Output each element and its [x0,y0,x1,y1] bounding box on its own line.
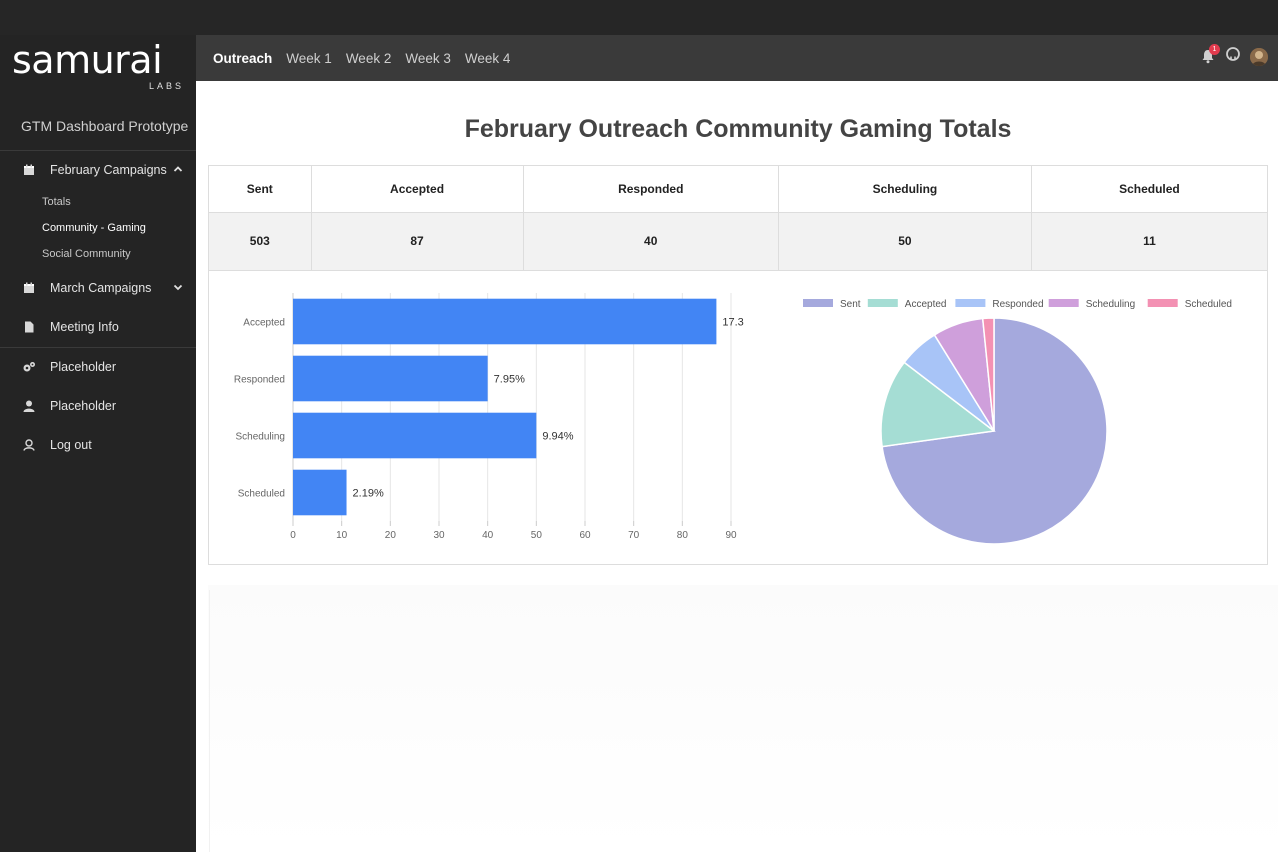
sidebar-item-meeting-info[interactable]: Meeting Info [0,312,196,342]
notification-badge: 1 [1209,43,1220,55]
y-category-label: Scheduling [236,432,285,443]
sidebar-subitem-community-gaming[interactable]: Community - Gaming [42,222,146,234]
bar [293,412,537,459]
file-icon [22,320,36,334]
sidebar-subitem-totals[interactable]: Totals [42,196,71,208]
cell-sent: 503 [209,212,312,270]
window-top-strip [0,0,1278,35]
bar [293,298,717,345]
x-tick-label: 90 [725,530,737,541]
cell-responded: 40 [523,212,779,270]
bar-chart: 0 10 20 30 40 50 60 70 80 90 Accepted 17.3 Responded… [234,293,744,541]
tab-week-4[interactable]: Week 4 [465,51,511,66]
sidebar-item-placeholder-1[interactable]: Placeholder [0,352,196,382]
x-tick-label: 10 [336,530,348,541]
chevron-up-icon[interactable] [172,163,184,175]
sidebar-divider [0,347,196,348]
column-header-scheduled: Scheduled [1031,166,1267,213]
pie-chart: Sent Accepted Responded Scheduling Scheduled [803,299,1232,545]
legend-label[interactable]: Scheduling [1086,299,1135,310]
x-tick-label: 30 [433,530,445,541]
brand-name: samurai [12,38,163,82]
column-header-accepted: Accepted [311,166,524,213]
y-category-label: Scheduled [238,489,285,500]
table-row: 503 87 40 50 11 [209,212,1267,270]
sidebar-item-label: Placeholder [50,399,117,413]
column-header-sent: Sent [209,166,312,213]
user-icon [22,399,36,413]
github-icon[interactable] [1226,47,1240,66]
chevron-down-icon[interactable] [172,281,184,293]
legend-label[interactable]: Scheduled [1185,299,1232,310]
avatar[interactable] [1250,47,1268,66]
sidebar-divider [0,150,196,151]
x-tick-label: 20 [385,530,397,541]
legend-label[interactable]: Accepted [905,299,947,310]
lower-content-border [209,590,210,852]
legend-swatch [955,299,986,307]
page-title: February Outreach Community Gaming Total… [464,115,1012,143]
brand-sub: LABS [148,81,184,91]
tab-week-1[interactable]: Week 1 [286,51,332,66]
app-title: GTM Dashboard Prototype [21,118,189,134]
lower-content-area [208,585,1278,852]
bar [293,469,347,516]
gears-icon [22,360,36,374]
topbar-actions: 1 [1200,43,1268,66]
charts-panel: 0 10 20 30 40 50 60 70 80 90 Accepted 17.3 Responded… [208,270,1268,565]
sidebar-item-placeholder-2[interactable]: Placeholder [0,391,196,421]
top-nav-bar: Outreach Week 1 Week 2 Week 3 Week 4 1 [196,35,1278,81]
notifications-button[interactable]: 1 [1200,43,1220,66]
sidebar-item-label: March Campaigns [50,281,152,295]
sidebar-item-february-campaigns[interactable]: February Campaigns [0,155,196,185]
brand-logo[interactable]: samurai LABS [12,41,188,91]
calendar-icon [22,281,36,295]
y-category-label: Accepted [243,318,285,329]
legend-swatch [867,299,898,307]
bar-data-label: 17.3 [722,317,743,329]
bar [293,355,488,402]
totals-table: Sent Accepted Responded Scheduling Sched… [208,165,1268,271]
x-tick-label: 0 [290,530,296,541]
user-outline-icon [22,438,36,452]
week-tabs: Outreach Week 1 Week 2 Week 3 Week 4 [213,51,524,66]
sidebar-item-label: February Campaigns [50,163,167,177]
x-tick-label: 60 [579,530,591,541]
legend-swatch [803,299,833,307]
sidebar-item-log-out[interactable]: Log out [0,430,196,460]
sidebar-subitem-social-community[interactable]: Social Community [42,248,131,260]
sidebar: samurai LABS GTM Dashboard Prototype Feb… [0,35,196,852]
tab-outreach[interactable]: Outreach [213,51,272,66]
bar-data-label: 9.94% [542,431,573,443]
column-header-responded: Responded [523,166,779,213]
calendar-icon [22,163,36,177]
column-header-scheduling: Scheduling [778,166,1032,213]
tab-week-2[interactable]: Week 2 [346,51,392,66]
cell-scheduling: 50 [778,212,1032,270]
bar-data-label: 7.95% [494,374,525,386]
sidebar-item-label: Placeholder [50,360,117,374]
x-tick-label: 50 [531,530,543,541]
x-tick-label: 70 [628,530,640,541]
legend-swatch [1147,299,1178,307]
x-tick-label: 40 [482,530,494,541]
sidebar-item-label: Meeting Info [50,320,119,334]
cell-scheduled: 11 [1031,212,1267,270]
cell-accepted: 87 [311,212,524,270]
legend-label[interactable]: Sent [840,299,861,310]
y-category-label: Responded [234,375,285,386]
tab-week-3[interactable]: Week 3 [405,51,451,66]
x-tick-label: 80 [677,530,689,541]
legend-label[interactable]: Responded [992,299,1043,310]
sidebar-item-label: Log out [50,438,92,452]
legend-swatch [1048,299,1079,307]
sidebar-item-march-campaigns[interactable]: March Campaigns [0,273,196,303]
bar-data-label: 2.19% [353,488,384,500]
